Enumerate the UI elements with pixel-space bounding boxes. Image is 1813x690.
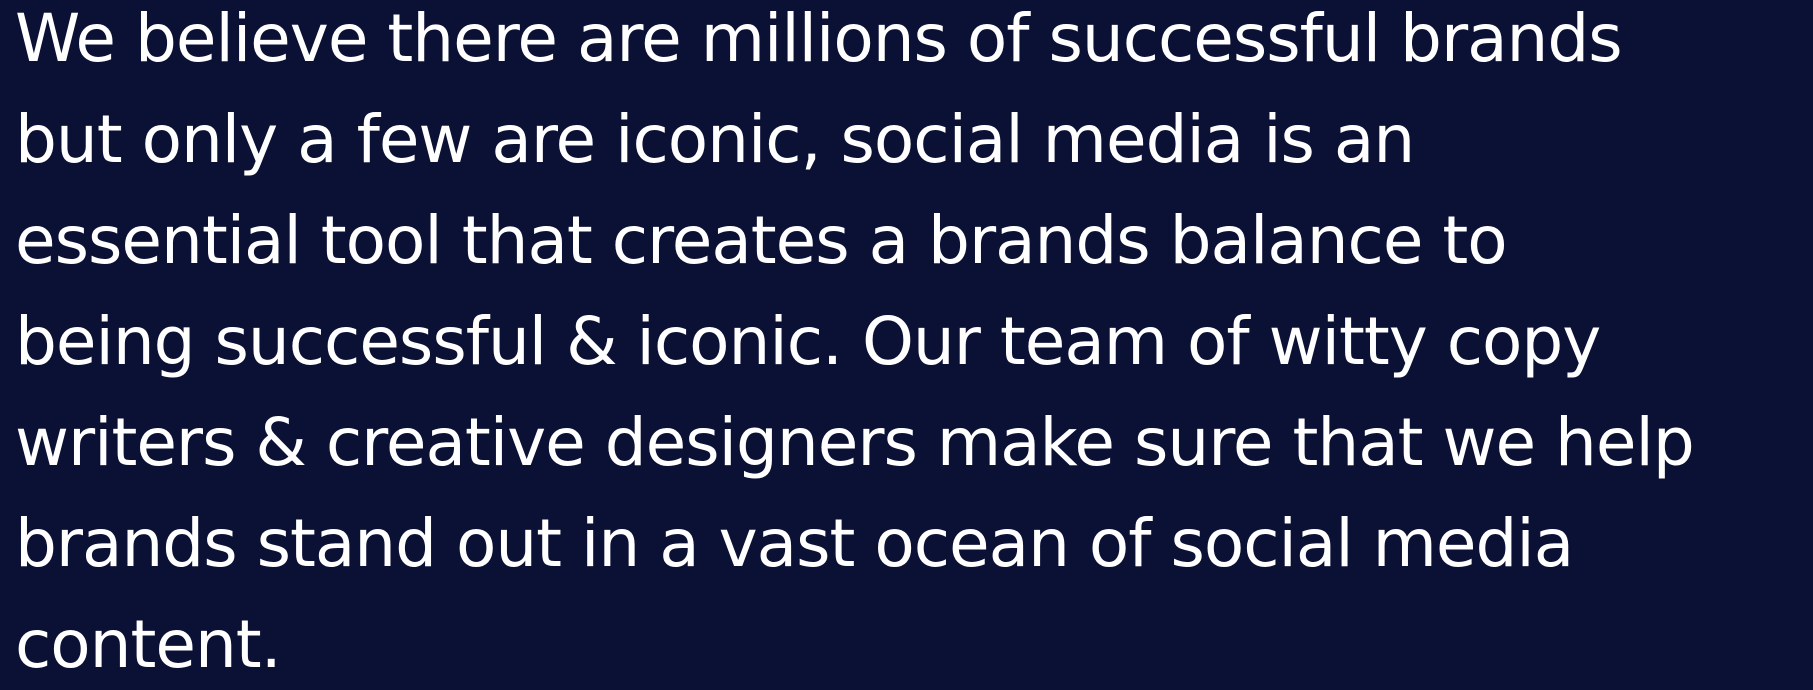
paragraph-line: but only a few are iconic, social media … [15,101,1415,178]
paragraph-line: content. [15,606,282,683]
paragraph-line: brands stand out in a vast ocean of soci… [15,505,1574,582]
paragraph-line: being successful & iconic. Our team of w… [15,303,1601,380]
paragraph-line: We believe there are millions of success… [15,0,1623,77]
paragraph-line: writers & creative designers make sure t… [15,404,1695,481]
body-paragraph: We believe there are millions of success… [15,0,1695,690]
page: We believe there are millions of success… [0,0,1813,690]
paragraph-line: essential tool that creates a brands bal… [15,202,1508,279]
